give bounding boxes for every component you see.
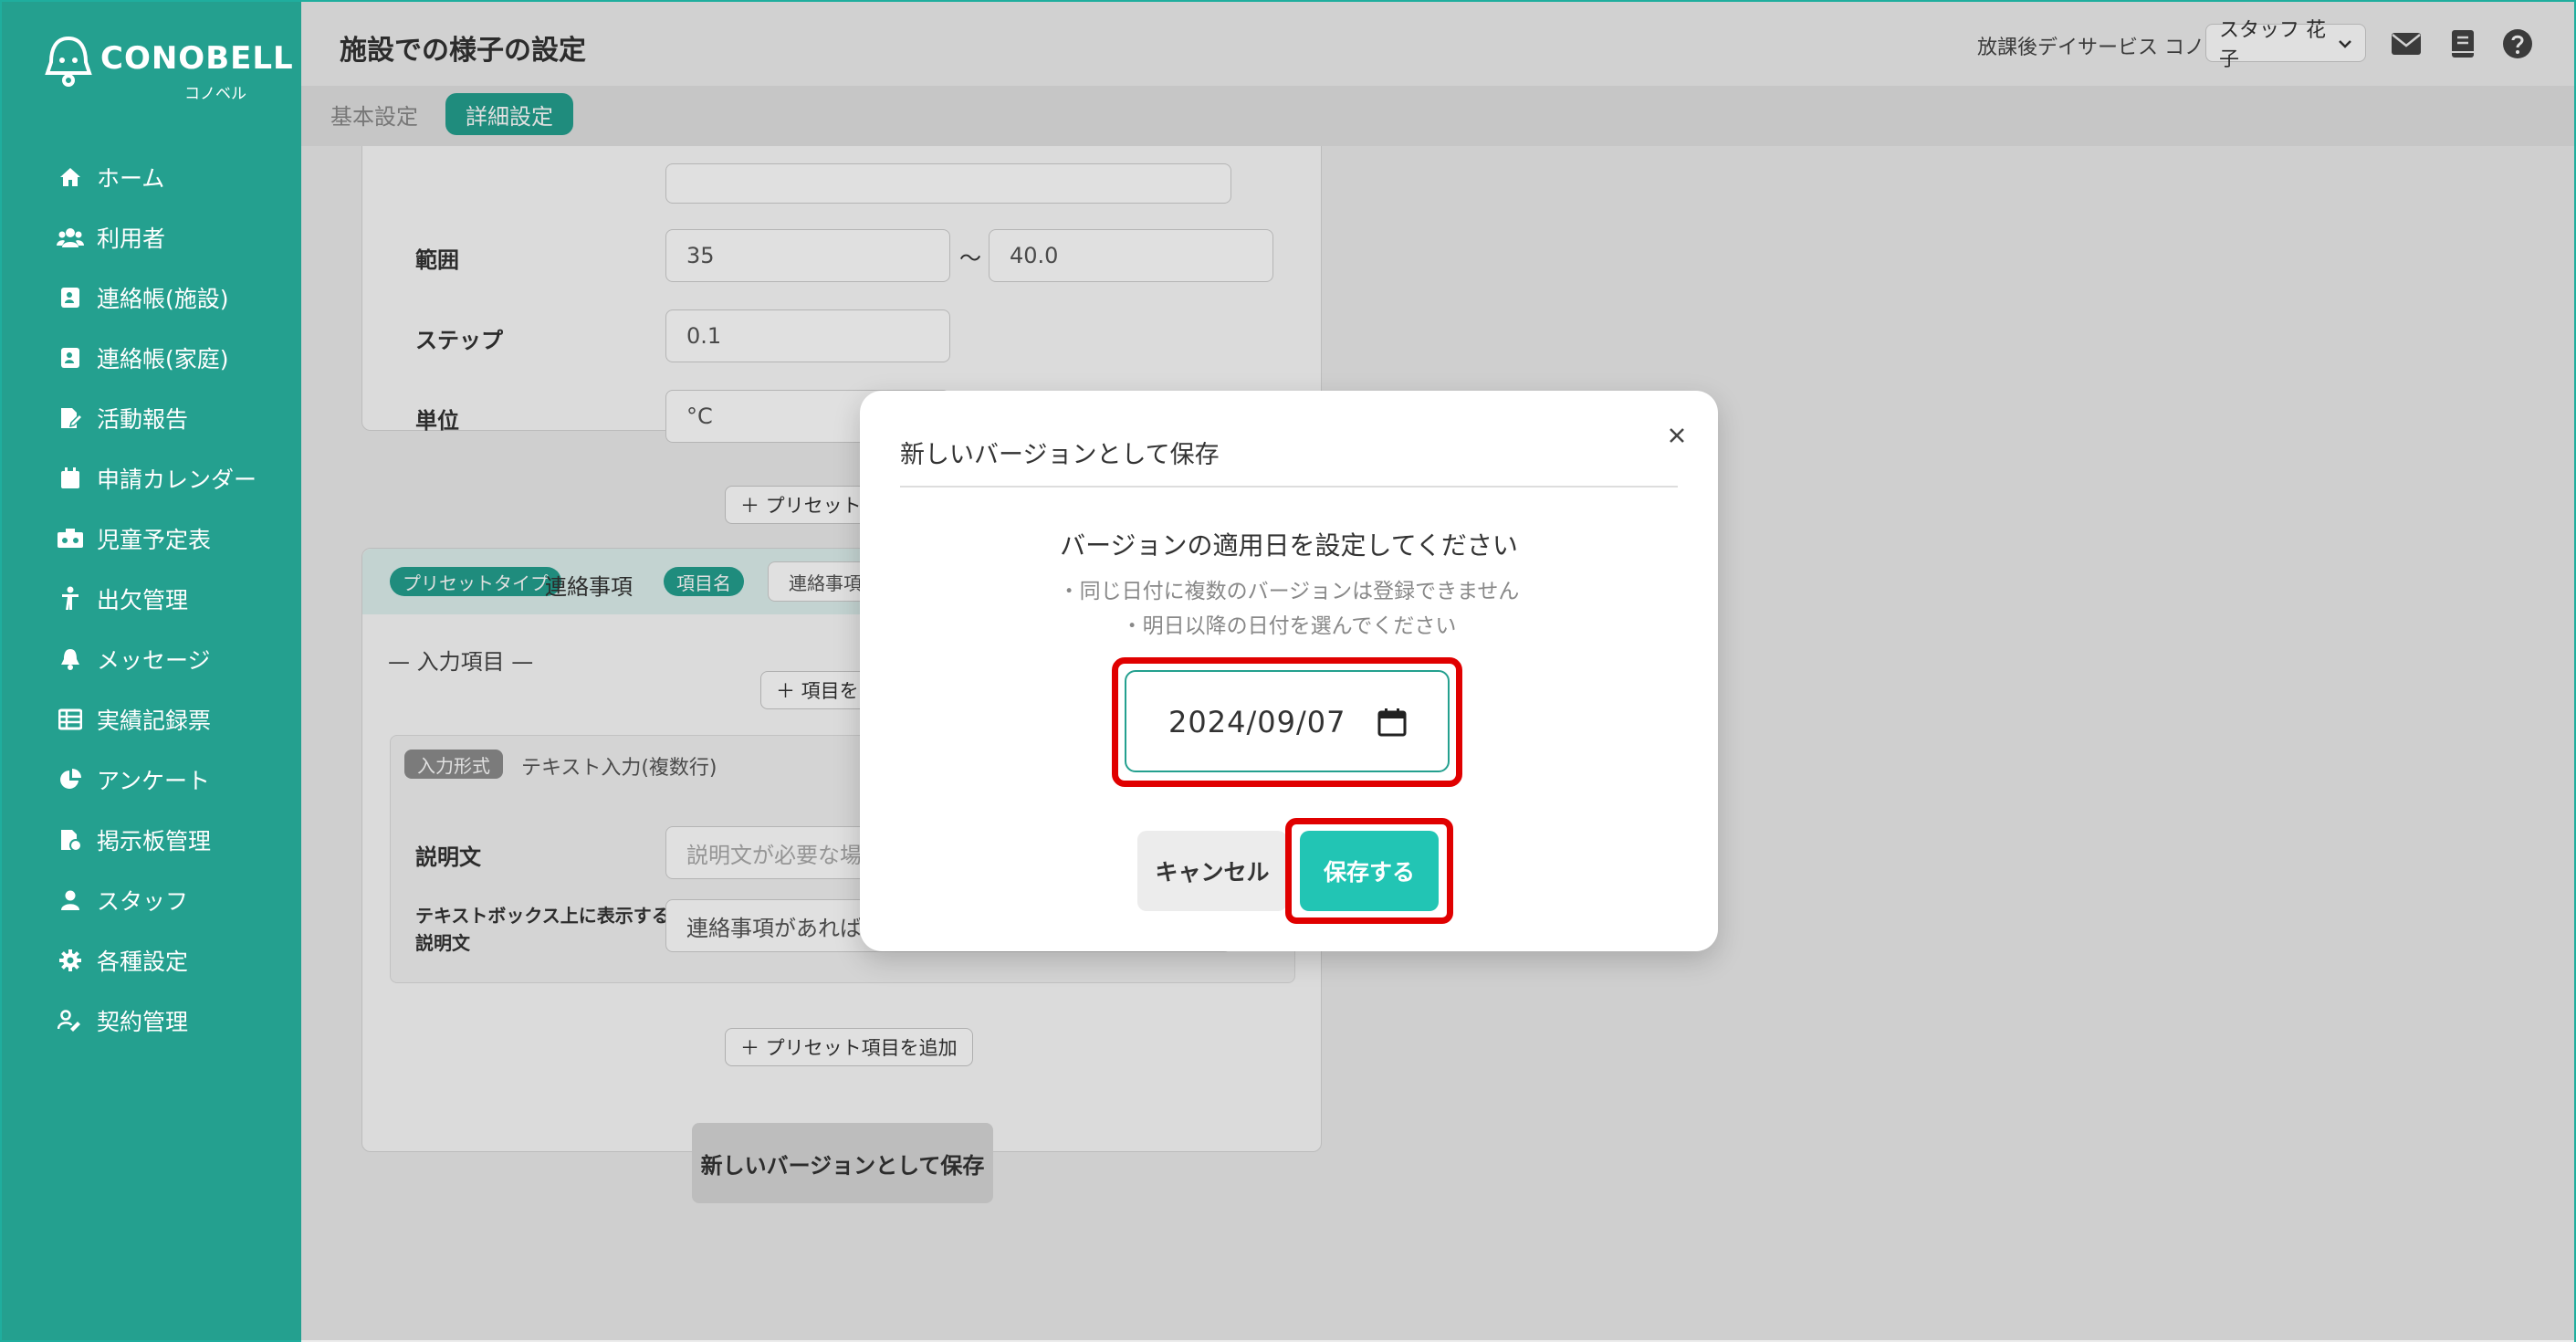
sidebar-item-attendance[interactable]: 出欠管理 (57, 579, 188, 619)
sidebar-item-label: 出欠管理 (97, 587, 189, 613)
sidebar-item-message[interactable]: メッセージ (57, 639, 211, 679)
logo[interactable]: CONOBELL コノベル (42, 35, 293, 103)
dialog-divider (900, 486, 1678, 488)
pie-chart-icon (57, 766, 84, 793)
sidebar-item-label: スタッフ (97, 888, 189, 915)
sidebar-item-label: 掲示板管理 (97, 828, 212, 854)
cancel-button[interactable]: キャンセル (1137, 831, 1287, 911)
sidebar-item-staff[interactable]: スタッフ (57, 880, 188, 920)
sidebar-item-activity-report[interactable]: 活動報告 (57, 398, 188, 438)
save-version-dialog: 新しいバージョンとして保存 バージョンの適用日を設定してください ・同じ日付に複… (860, 391, 1718, 951)
bell-icon (57, 645, 84, 673)
contact-book-icon (57, 284, 84, 311)
sidebar-item-label: 実績記録票 (97, 708, 212, 734)
contact-book-icon (57, 344, 84, 372)
date-highlight-box (1112, 657, 1462, 787)
bell-logo-icon (45, 36, 92, 87)
sidebar-item-label: 申請カレンダー (97, 467, 257, 493)
contract-icon (57, 1007, 84, 1034)
dialog-title: 新しいバージョンとして保存 (900, 441, 1220, 469)
sidebar-item-contract[interactable]: 契約管理 (57, 1001, 188, 1041)
sidebar-item-label: 利用者 (97, 225, 166, 252)
sidebar-item-label: 契約管理 (97, 1009, 189, 1035)
sidebar-item-survey[interactable]: アンケート (57, 760, 210, 800)
attendance-icon (57, 585, 84, 613)
sidebar-item-label: 児童予定表 (97, 527, 212, 553)
sidebar-item-calendar[interactable]: 申請カレンダー (57, 458, 257, 498)
sidebar-item-label: アンケート (97, 768, 211, 794)
dialog-note-1: ・同じ日付に複数のバージョンは登録できません (1058, 580, 1520, 603)
schedule-icon (57, 525, 84, 552)
dialog-note-2: ・明日以降の日付を選んでください (1121, 614, 1457, 638)
bulletin-icon (57, 826, 84, 854)
sidebar-item-label: 連絡帳(家庭) (97, 346, 229, 372)
sidebar-item-child-schedule[interactable]: 児童予定表 (57, 519, 211, 559)
sidebar-item-label: 各種設定 (97, 949, 189, 975)
home-icon (57, 163, 84, 191)
sidebar-item-label: 連絡帳(施設) (97, 286, 229, 312)
staff-icon (57, 886, 84, 914)
gear-icon (57, 947, 84, 974)
sidebar-item-contact-facility[interactable]: 連絡帳(施設) (57, 278, 229, 318)
sidebar-item-home[interactable]: ホーム (57, 157, 164, 197)
dialog-heading: バージョンの適用日を設定してください (1060, 530, 1518, 561)
sidebar-item-bulletin[interactable]: 掲示板管理 (57, 820, 211, 860)
sidebar: CONOBELL コノベル ホーム 利用者 連絡帳(施設) 連絡帳(家庭) 活動… (2, 2, 301, 1340)
users-icon (57, 224, 84, 251)
save-highlight-box (1285, 818, 1453, 924)
sidebar-item-label: 活動報告 (97, 406, 189, 433)
report-icon (57, 404, 84, 432)
table-icon (57, 706, 84, 733)
sidebar-item-settings[interactable]: 各種設定 (57, 940, 188, 980)
sidebar-item-records[interactable]: 実績記録票 (57, 699, 211, 739)
sidebar-item-users[interactable]: 利用者 (57, 217, 165, 257)
sidebar-item-label: ホーム (97, 165, 165, 192)
logo-subtext: コノベル (184, 85, 246, 103)
calendar-icon (57, 465, 84, 492)
sidebar-item-contact-home[interactable]: 連絡帳(家庭) (57, 338, 229, 378)
sidebar-item-label: メッセージ (97, 647, 211, 674)
close-icon[interactable] (1663, 422, 1691, 449)
logo-wordmark: CONOBELL (100, 40, 294, 77)
